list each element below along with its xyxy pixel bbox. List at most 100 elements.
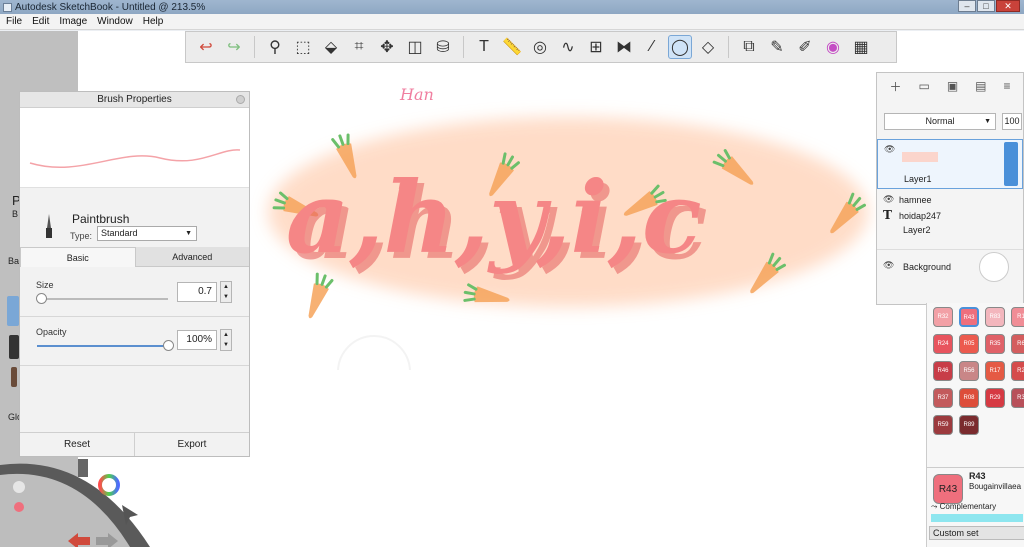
swatch-r59[interactable]: R59 (933, 415, 953, 435)
left-strip-brush-3[interactable] (11, 367, 17, 387)
brush-panel-title-text: Brush Properties (97, 94, 172, 105)
complementary-label: ⤳ Complementary (931, 502, 996, 512)
layer-item-hamnee[interactable]: 👁 hamnee (877, 193, 1023, 207)
swatch-r43[interactable]: R43 (959, 307, 979, 327)
faint-circle (337, 335, 411, 370)
swatch-r05[interactable]: R05 (959, 334, 979, 354)
layer-name: Layer2 (903, 225, 931, 235)
swatch-r2[interactable]: R2 (1011, 361, 1024, 381)
steady-stroke-icon[interactable]: ⁄ (640, 35, 664, 59)
distort-icon[interactable]: ◫ (403, 35, 427, 59)
add-group-icon[interactable]: ▭ (918, 79, 929, 93)
size-slider-track[interactable] (37, 298, 168, 300)
french-curve-icon[interactable]: ∿ (556, 35, 580, 59)
reset-button[interactable]: Reset (20, 433, 134, 456)
opacity-slider-knob[interactable] (163, 340, 174, 351)
undo-icon[interactable]: ↩ (194, 35, 218, 59)
ellipse-guide-icon[interactable]: ◎ (528, 35, 552, 59)
layer-item-layer1[interactable]: 👁 Layer1 (877, 139, 1023, 189)
opacity-value-field[interactable]: 100% (177, 330, 217, 350)
swatch-r89[interactable]: R89 (959, 415, 979, 435)
perspective-icon[interactable]: ⊞ (584, 35, 608, 59)
close-button[interactable]: ✕ (996, 0, 1020, 12)
visibility-eye-icon[interactable]: 👁 (884, 144, 895, 155)
menu-image[interactable]: Image (59, 16, 87, 27)
copy-icon[interactable]: ⧉ (737, 35, 761, 59)
brush-panel-title: Brush Properties (20, 92, 249, 108)
menu-help[interactable]: Help (143, 16, 164, 27)
left-strip-brush-1[interactable] (7, 296, 19, 326)
color-wheel-icon[interactable]: ◉ (821, 35, 845, 59)
size-value-field[interactable]: 0.7 (177, 282, 217, 302)
swatch-r08[interactable]: R08 (959, 388, 979, 408)
layer-lock-icon[interactable] (1004, 142, 1018, 186)
swatch-r56[interactable]: R56 (959, 361, 979, 381)
custom-set-tab[interactable]: Custom set (929, 526, 1024, 540)
symmetry-icon[interactable]: ⧓ (612, 35, 636, 59)
paintbrush-icon (46, 214, 52, 238)
maximize-button[interactable]: □ (977, 0, 995, 12)
complementary-color-bar[interactable] (931, 514, 1023, 522)
zoom-icon[interactable]: ⚲ (263, 35, 287, 59)
swatch-r83[interactable]: R83 (985, 307, 1005, 327)
predictive-stroke-icon[interactable]: ◯ (668, 35, 692, 59)
swatch-r17[interactable]: R17 (985, 361, 1005, 381)
brush-type-label: Type: (70, 231, 93, 241)
transform-icon[interactable]: ✥ (375, 35, 399, 59)
menu-bar: File Edit Image Window Help (0, 14, 1024, 30)
opacity-spinner[interactable]: ▲ ▼ (220, 329, 232, 351)
tab-basic[interactable]: Basic (20, 247, 136, 267)
crop-icon[interactable]: ⌗ (347, 35, 371, 59)
swatch-r6[interactable]: R6 (1011, 334, 1024, 354)
layer-item-hoidap247[interactable]: T hoidap247 (877, 208, 1023, 223)
fill-icon[interactable]: ⛁ (431, 35, 455, 59)
visibility-eye-icon[interactable]: 👁 (883, 260, 894, 271)
left-strip-ba: Ba (8, 256, 20, 266)
swatch-r37[interactable]: R37 (933, 388, 953, 408)
swatch-r46[interactable]: R46 (933, 361, 953, 381)
swatch-r35[interactable]: R35 (985, 334, 1005, 354)
palette-icon[interactable]: ▦ (849, 35, 873, 59)
blend-mode-select[interactable]: Normal (884, 113, 996, 130)
redo-icon[interactable]: ↪ (222, 35, 246, 59)
window-buttons: – □ ✕ (958, 0, 1020, 12)
shape-icon[interactable]: ◇ (696, 35, 720, 59)
clear-layer-icon[interactable]: ▤ (975, 79, 986, 93)
left-strip-brush-2[interactable] (9, 335, 19, 359)
opacity-slider-track[interactable] (37, 345, 168, 347)
opacity-section: Opacity 100% ▲ ▼ (20, 318, 249, 366)
swatch-r32[interactable]: R32 (933, 307, 953, 327)
layer-item-background[interactable]: 👁 Background (877, 249, 1023, 283)
swatch-r29[interactable]: R29 (985, 388, 1005, 408)
export-button[interactable]: Export (134, 433, 249, 456)
tab-advanced[interactable]: Advanced (135, 247, 249, 267)
minimize-button[interactable]: – (958, 0, 976, 12)
menu-file[interactable]: File (6, 16, 22, 27)
lagoon-menu[interactable] (0, 455, 200, 547)
add-layer-icon[interactable]: ＋ (889, 78, 901, 95)
background-color-swatch[interactable] (979, 252, 1009, 282)
layer-name: hoidap247 (899, 211, 942, 221)
brush-type-select[interactable]: Standard (97, 226, 197, 241)
lasso-icon[interactable]: ⬙ (319, 35, 343, 59)
visibility-eye-icon[interactable]: 👁 (883, 194, 894, 205)
layer-opacity-field[interactable]: 100 (1002, 113, 1022, 130)
ruler-icon[interactable]: 📏 (500, 35, 524, 59)
add-image-icon[interactable]: ▣ (947, 79, 958, 93)
layer-menu-icon[interactable]: ≡ (1003, 79, 1010, 93)
copic-library-icon[interactable]: ✐ (793, 35, 817, 59)
size-slider-knob[interactable] (35, 293, 47, 304)
complementary-text: Complementary (939, 502, 997, 511)
text-icon[interactable]: T (472, 35, 496, 59)
layer-item-layer2[interactable]: Layer2 (877, 223, 1023, 237)
current-color-swatch[interactable]: R43 (933, 474, 963, 504)
swatch-r3[interactable]: R3 (1011, 388, 1024, 408)
menu-window[interactable]: Window (97, 16, 133, 27)
close-panel-icon[interactable] (236, 95, 245, 104)
swatch-r24[interactable]: R24 (933, 334, 953, 354)
brush-library-icon[interactable]: ✎ (765, 35, 789, 59)
select-icon[interactable]: ⬚ (291, 35, 315, 59)
swatch-r1[interactable]: R1 (1011, 307, 1024, 327)
menu-edit[interactable]: Edit (32, 16, 49, 27)
size-spinner[interactable]: ▲ ▼ (220, 281, 232, 303)
